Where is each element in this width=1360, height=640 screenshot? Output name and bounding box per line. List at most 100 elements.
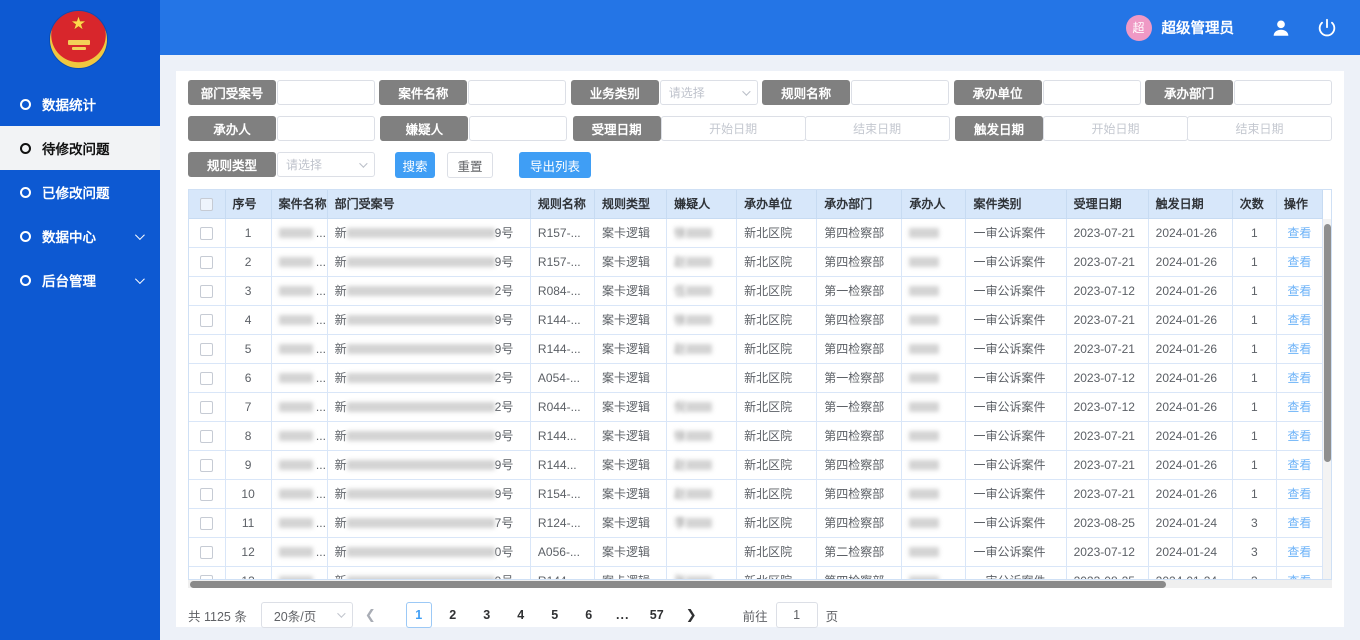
row-checkbox[interactable] [200,459,213,472]
cell-case-name: ... [271,479,327,508]
cell-suspect: 赵 [667,334,737,363]
vertical-scrollbar-thumb[interactable] [1324,224,1331,462]
filter-select[interactable]: 请选择 [277,152,375,177]
chevron-down-icon [359,159,367,167]
cell-dept: 第四检察部 [817,334,902,363]
filter-row-3: 规则类型请选择搜索重置导出列表 [188,152,1332,178]
view-link[interactable]: 查看 [1287,458,1311,472]
row-checkbox[interactable] [200,546,213,559]
reset-button[interactable]: 重置 [447,152,493,178]
row-checkbox[interactable] [200,227,213,240]
suspect-char: 赵 [674,487,686,501]
profile-icon[interactable] [1270,17,1292,39]
page-number-4[interactable]: 4 [508,602,534,628]
row-checkbox[interactable] [200,372,213,385]
logout-power-icon[interactable] [1316,17,1338,39]
column-header: 受理日期 [1066,190,1148,218]
user-name: 超级管理员 [1162,17,1235,38]
sidebar-item-4[interactable]: 数据中心 [0,214,160,258]
vertical-scrollbar[interactable] [1323,219,1331,579]
page-number-57[interactable]: 57 [644,602,670,628]
cell-rule-type: 案卡逻辑 [595,450,667,479]
row-checkbox-cell [189,334,225,363]
view-link[interactable]: 查看 [1287,284,1311,298]
cell-no: 8 [225,421,271,450]
sidebar-item-5[interactable]: 后台管理 [0,258,160,302]
page-number-6[interactable]: 6 [576,602,602,628]
view-link[interactable]: 查看 [1287,313,1311,327]
view-link[interactable]: 查看 [1287,487,1311,501]
date-end-input[interactable]: 结束日期 [805,116,950,141]
cell-no: 1 [225,218,271,247]
redacted-text [686,344,712,354]
row-checkbox-cell [189,305,225,334]
filter-input[interactable] [1043,80,1141,105]
filter-input[interactable] [468,80,566,105]
cell-action: 查看 [1276,508,1322,537]
cell-count: 1 [1232,363,1276,392]
filter-group: 触发日期开始日期结束日期 [955,116,1332,141]
row-checkbox[interactable] [200,430,213,443]
page-number-1[interactable]: 1 [406,602,432,628]
horizontal-scrollbar-thumb[interactable] [190,581,1166,588]
row-checkbox[interactable] [200,517,213,530]
view-link[interactable]: 查看 [1287,226,1311,240]
date-end-input[interactable]: 结束日期 [1187,116,1332,141]
horizontal-scrollbar[interactable] [188,580,1332,588]
cell-category: 一审公诉案件 [966,276,1066,305]
page-number-3[interactable]: 3 [474,602,500,628]
row-checkbox[interactable] [200,285,213,298]
cell-case-name: ... [271,305,327,334]
date-start-input[interactable]: 开始日期 [1043,116,1188,141]
goto-page-input[interactable] [776,602,818,628]
search-button[interactable]: 搜索 [395,152,435,178]
filter-input[interactable] [277,80,375,105]
row-checkbox[interactable] [200,488,213,501]
redacted-text [279,547,313,557]
sidebar-item-2[interactable]: 待修改问题 [0,126,160,170]
redacted-text [909,228,939,238]
filter-input[interactable] [851,80,949,105]
view-link[interactable]: 查看 [1287,516,1311,530]
cell-handler [902,334,966,363]
next-page-button[interactable]: ❯ [680,607,703,623]
row-checkbox[interactable] [200,401,213,414]
view-link[interactable]: 查看 [1287,400,1311,414]
cell-no: 10 [225,479,271,508]
view-link[interactable]: 查看 [1287,342,1311,356]
user-avatar[interactable]: 超 [1126,15,1152,41]
row-checkbox[interactable] [200,314,213,327]
sidebar-item-1[interactable]: 数据统计 [0,82,160,126]
filter-input[interactable] [277,116,375,141]
table-row: 13 ...新9号R144-案卡逻辑张新北区院第四检察部一审公诉案件2023-0… [189,566,1323,580]
row-checkbox[interactable] [200,256,213,269]
cell-handler [902,479,966,508]
cell-trigger-date: 2024-01-26 [1148,305,1232,334]
cell-handler [902,247,966,276]
select-all-checkbox[interactable] [200,198,213,211]
redacted-text [347,547,495,557]
date-start-input[interactable]: 开始日期 [661,116,806,141]
export-button[interactable]: 导出列表 [519,152,591,178]
sidebar-item-3[interactable]: 已修改问题 [0,170,160,214]
filter-input[interactable] [469,116,567,141]
row-checkbox[interactable] [200,343,213,356]
view-link[interactable]: 查看 [1287,429,1311,443]
prev-page-button[interactable]: ❮ [359,607,382,623]
cell-unit: 新北区院 [737,305,817,334]
page-number-2[interactable]: 2 [440,602,466,628]
cell-case-name: ... [271,334,327,363]
filter-group: 规则类型请选择 [188,152,375,178]
filter-select[interactable]: 请选择 [660,80,758,105]
filter-group: 部门受案号 [188,80,375,105]
view-link[interactable]: 查看 [1287,545,1311,559]
page-number-5[interactable]: 5 [542,602,568,628]
row-checkbox-cell [189,363,225,392]
cell-no: 2 [225,247,271,276]
page-size-select[interactable]: 20条/页 [261,602,353,628]
filter-input[interactable] [1234,80,1332,105]
cell-category: 一审公诉案件 [966,392,1066,421]
view-link[interactable]: 查看 [1287,255,1311,269]
cell-rule-type: 案卡逻辑 [595,334,667,363]
view-link[interactable]: 查看 [1287,371,1311,385]
